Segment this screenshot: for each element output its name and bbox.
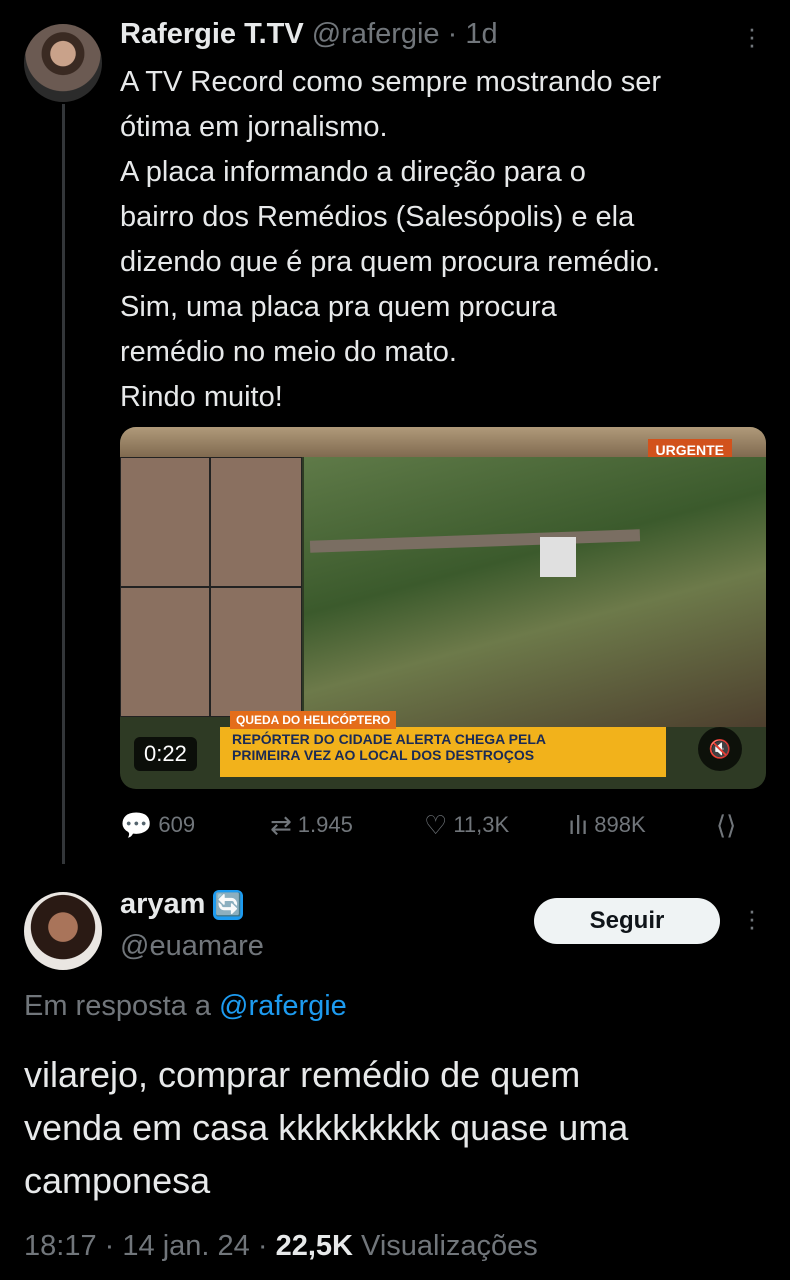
- separator: ·: [257, 1230, 268, 1262]
- retweet-icon: ⇄: [270, 810, 292, 840]
- lower-third-caption: REPÓRTER DO CIDADE ALERTA CHEGA PELA PRI…: [232, 731, 546, 763]
- caption-line: PRIMEIRA VEZ AO LOCAL DOS DESTROÇOS: [232, 747, 535, 763]
- time-ago[interactable]: 1d: [465, 18, 497, 50]
- tweet-text-line: A TV Record como sempre mostrando ser: [120, 66, 662, 98]
- reply-context: Em resposta a @rafergie: [24, 990, 347, 1023]
- tweet-text-line: A placa informando a direção para o: [120, 156, 586, 188]
- display-name[interactable]: aryam 🔄: [120, 888, 244, 921]
- views-count: 898K: [594, 812, 646, 837]
- video-panel: [210, 457, 302, 587]
- more-icon[interactable]: · · ·: [744, 15, 760, 57]
- tweet-text-line: ótima em jornalismo.: [120, 111, 388, 143]
- video-panel: [120, 457, 210, 587]
- segment-tag: QUEDA DO HELICÓPTERO: [230, 711, 397, 729]
- tweet-text: A TV Record como sempre mostrando ser ót…: [120, 60, 770, 420]
- caption-line: REPÓRTER DO CIDADE ALERTA CHEGA PELA: [232, 731, 546, 747]
- views-count: 22,5K: [275, 1230, 353, 1262]
- views-label: Visualizações: [361, 1230, 538, 1262]
- sync-badge-icon: 🔄: [213, 889, 244, 920]
- post-time[interactable]: 18:17: [24, 1230, 97, 1262]
- retweet-button[interactable]: ⇄ 1.945: [270, 812, 353, 838]
- tweet-text-line: Rindo muito!: [120, 381, 283, 413]
- display-name[interactable]: Rafergie T.TV: [120, 18, 304, 50]
- views-icon: ılı: [568, 810, 589, 840]
- more-icon[interactable]: · · ·: [744, 897, 760, 939]
- video-sign: [540, 537, 576, 577]
- separator: ·: [104, 1230, 115, 1262]
- reply-text-line: vilarejo, comprar remédio de quem: [24, 1054, 581, 1095]
- action-bar: 💬 609 ⇄ 1.945 ♡ 11,3K ılı 898K ⟨⟩: [120, 812, 770, 846]
- handle[interactable]: @euamare: [120, 930, 264, 963]
- share-icon: ⟨⟩: [716, 810, 737, 840]
- reply-text-line: venda em casa kkkkkkkkk quase uma: [24, 1107, 629, 1148]
- video-panel: [210, 587, 302, 717]
- reply-target-link[interactable]: @rafergie: [219, 990, 347, 1022]
- like-button[interactable]: ♡ 11,3K: [424, 812, 509, 838]
- tweet-text-line: dizendo que é pra quem procura remédio.: [120, 246, 661, 278]
- tweet-footer: 18:17 · 14 jan. 24 · 22,5K Visualizações: [24, 1230, 538, 1263]
- reply-count: 609: [158, 812, 196, 837]
- share-button[interactable]: ⟨⟩: [716, 812, 736, 838]
- follow-button[interactable]: Seguir: [534, 898, 720, 944]
- reply-header: aryam 🔄: [120, 888, 244, 921]
- video-duration: 0:22: [134, 737, 197, 771]
- video-scene: [304, 457, 766, 727]
- video-panel: [120, 587, 210, 717]
- reply-text: vilarejo, comprar remédio de quem venda …: [24, 1048, 764, 1207]
- video-player[interactable]: URGENTE QUEDA DO HELICÓPTERO REPÓRTER DO…: [120, 427, 766, 789]
- avatar[interactable]: [24, 892, 102, 970]
- reply-icon: 💬: [120, 810, 153, 840]
- avatar[interactable]: [24, 24, 102, 102]
- views-button[interactable]: ılı 898K: [568, 812, 646, 838]
- separator: ·: [447, 18, 458, 50]
- reply-text-line: camponesa: [24, 1160, 211, 1201]
- tweet-text-line: remédio no meio do mato.: [120, 336, 457, 368]
- tweet-header: Rafergie T.TV @rafergie · 1d: [120, 18, 498, 51]
- thread-line: [62, 104, 65, 864]
- handle[interactable]: @rafergie: [312, 18, 440, 50]
- reply-button[interactable]: 💬 609: [120, 812, 195, 838]
- tweet-text-line: bairro dos Remédios (Salesópolis) e ela: [120, 201, 635, 233]
- display-name-text: aryam: [120, 888, 206, 920]
- post-date[interactable]: 14 jan. 24: [122, 1230, 249, 1262]
- reply-prefix: Em resposta a: [24, 990, 211, 1022]
- tweet-text-line: Sim, uma placa pra quem procura: [120, 291, 557, 323]
- mute-icon[interactable]: 🔇: [698, 727, 742, 771]
- like-count: 11,3K: [453, 812, 510, 837]
- retweet-count: 1.945: [297, 812, 353, 837]
- heart-icon: ♡: [424, 810, 448, 840]
